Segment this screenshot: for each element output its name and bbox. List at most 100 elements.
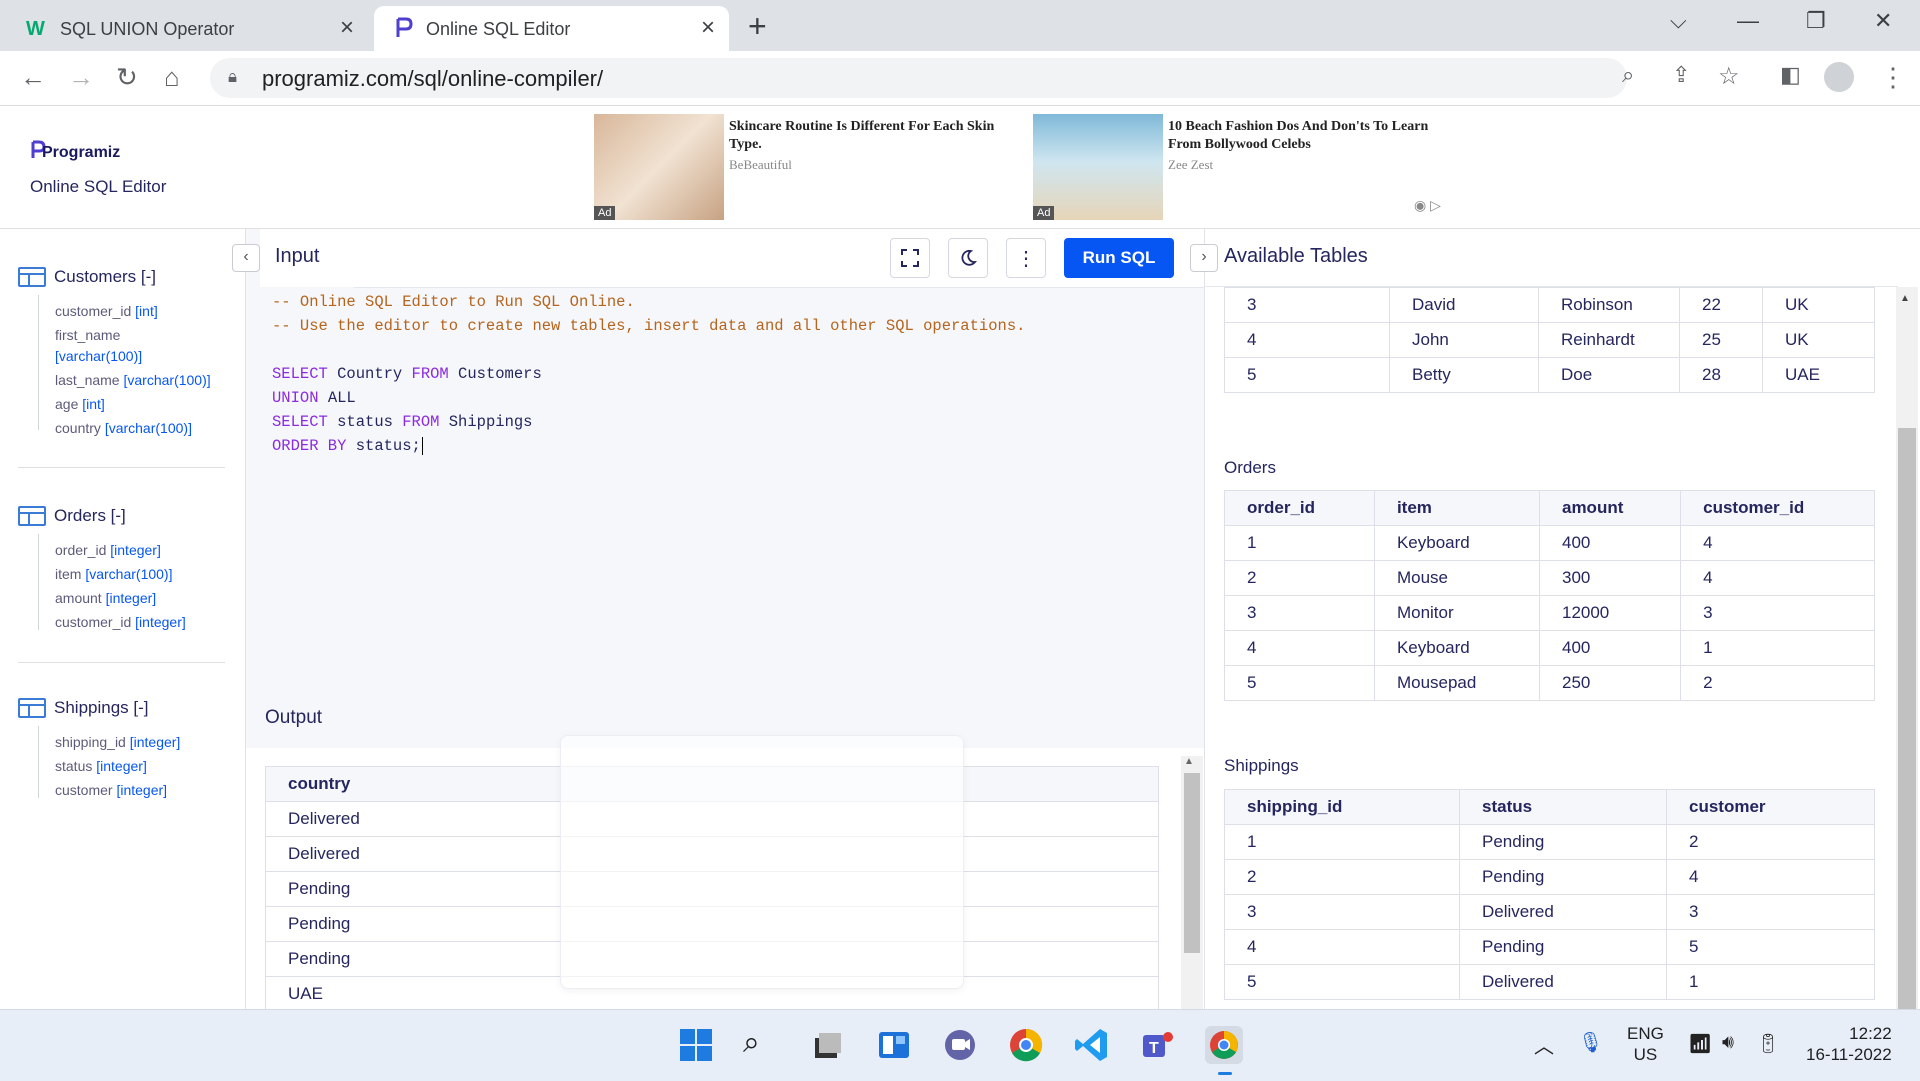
table-customers[interactable]: Customers [-] <box>18 267 156 287</box>
tab-online-sql-editor[interactable]: Online SQL Editor × <box>374 6 729 51</box>
table-row: 4 John Reinhardt 25 UK <box>1224 322 1875 358</box>
tab-title: Online SQL Editor <box>426 19 571 39</box>
url-text[interactable]: programiz.com/sql/online-compiler/ <box>262 66 603 92</box>
column-item: customer_id [integer] <box>55 614 186 630</box>
reload-icon[interactable]: ↻ <box>116 62 138 93</box>
available-tables-title: Available Tables <box>1224 245 1368 267</box>
dark-mode-button[interactable] <box>948 238 988 278</box>
table-name: Customers [-] <box>54 267 157 286</box>
shippings-table: shipping_id status customer 1 Pending 2 2P… <box>1224 789 1875 1000</box>
profile-avatar[interactable] <box>1824 62 1854 92</box>
teams-chat-icon[interactable] <box>941 1026 979 1064</box>
scroll-up-arrow[interactable]: ▲ <box>1184 756 1194 767</box>
column-item: amount [integer] <box>55 590 157 606</box>
volume-icon[interactable]: 🔊︎ <box>1722 1032 1734 1054</box>
fullscreen-button[interactable] <box>890 238 930 278</box>
menu-kebab-icon[interactable]: ⋮ <box>1880 62 1906 93</box>
new-tab-button[interactable]: + <box>748 8 767 45</box>
task-view-icon[interactable] <box>809 1026 847 1064</box>
bookmark-star-icon[interactable]: ☆ <box>1718 62 1740 91</box>
chrome-active-icon[interactable] <box>1205 1026 1243 1064</box>
output-scroll-thumb[interactable] <box>1184 773 1200 953</box>
column-header: item <box>1373 490 1540 526</box>
site-logo[interactable]: Programiz <box>42 144 120 162</box>
code-line: ORDER BY status; <box>272 437 423 455</box>
column-item: first_name [varchar(100)] <box>55 327 143 364</box>
ad-source: Zee Zest <box>1168 157 1214 172</box>
column-item: shipping_id [integer] <box>55 734 181 750</box>
ad-badge: Ad <box>1033 206 1055 220</box>
language-indicator[interactable]: ENG US <box>1627 1023 1664 1065</box>
ad-image-beach[interactable]: Ad <box>1033 114 1163 220</box>
lang-code: ENG <box>1627 1024 1664 1043</box>
programiz-icon <box>396 17 413 37</box>
table-row: 2 Mouse 300 4 <box>1224 560 1875 596</box>
table-row: 1 Pending 2 <box>1224 824 1875 860</box>
tree-line <box>38 534 39 630</box>
tree-line <box>38 295 39 430</box>
table-row: 2 Pending 4 <box>1224 859 1875 895</box>
column-header: amount <box>1538 490 1682 526</box>
scroll-up-arrow[interactable]: ▲ <box>1900 293 1910 304</box>
close-tab-icon[interactable]: × <box>340 14 354 42</box>
table-name: Orders [-] <box>54 506 126 525</box>
run-sql-button[interactable]: Run SQL <box>1064 238 1174 278</box>
collapse-sidebar-button[interactable]: ‹ <box>232 244 260 272</box>
close-window-button[interactable]: ✕ <box>1874 8 1892 34</box>
more-options-button[interactable]: ⋮ <box>1006 238 1046 278</box>
zoom-icon[interactable]: ⌕ <box>1622 62 1634 88</box>
back-icon[interactable]: ← <box>20 62 46 93</box>
forward-icon[interactable]: → <box>68 62 94 93</box>
ad-badge: Ad <box>594 206 616 220</box>
home-icon[interactable]: ⌂ <box>164 62 180 93</box>
tab-search-icon[interactable]: ⌵ <box>1670 8 1687 34</box>
table-icon <box>18 267 46 287</box>
lock-icon[interactable]: 🔒︎ <box>228 67 237 87</box>
table-orders[interactable]: Orders [-] <box>18 506 126 526</box>
ad-title[interactable]: 10 Beach Fashion Dos And Don'ts To Learn… <box>1168 118 1458 154</box>
ad-source: BeBeautiful <box>729 157 792 172</box>
chrome-icon[interactable] <box>1007 1026 1045 1064</box>
customers-table: 3 David Robinson 22 UK 4 John Reinhardt 25 UK 5B… <box>1224 287 1875 393</box>
minimize-button[interactable]: — <box>1737 8 1759 34</box>
table-row: 4 Keyboard 400 1 <box>1224 630 1875 666</box>
tab-title: SQL UNION Operator <box>60 19 235 39</box>
wifi-icon[interactable]: 📶︎ <box>1688 1032 1712 1056</box>
show-hidden-icons[interactable]: ︿ <box>1534 1030 1554 1059</box>
ad-title[interactable]: Skincare Routine Is Different For Each S… <box>729 118 1009 154</box>
orders-label: Orders <box>1224 458 1276 477</box>
adchoices-icon[interactable]: ◉ ▷ <box>1414 197 1441 214</box>
widgets-icon[interactable] <box>875 1026 913 1064</box>
windows-start-icon[interactable] <box>677 1026 715 1064</box>
restore-button[interactable]: ❐ <box>1806 8 1826 34</box>
table-shippings[interactable]: Shippings [-] <box>18 698 149 718</box>
table-row: 5 Delivered 1 <box>1224 964 1875 1000</box>
code-line: SELECT status FROM Shippings <box>272 413 533 431</box>
fullscreen-icon <box>901 249 919 267</box>
column-header: status <box>1459 789 1667 825</box>
code-line: SELECT Country FROM Customers <box>272 365 542 383</box>
close-tab-icon[interactable]: × <box>701 14 715 42</box>
collapse-tables-button[interactable]: › <box>1190 244 1218 272</box>
kebab-icon: ⋮ <box>1016 247 1036 270</box>
tree-line <box>38 726 39 798</box>
tables-scroll-thumb[interactable] <box>1898 428 1916 1009</box>
ad-image-skincare[interactable]: Ad <box>594 114 724 220</box>
table-row: 3 David Robinson 22 UK <box>1224 287 1875 323</box>
battery-icon[interactable]: 🔋︎ <box>1756 1032 1780 1056</box>
side-panel-icon[interactable]: ◧ <box>1780 62 1801 88</box>
search-icon[interactable]: ⌕ <box>743 1026 781 1064</box>
microphone-icon[interactable]: 🎙︎ <box>1578 1030 1603 1055</box>
column-item: country [varchar(100)] <box>55 420 192 436</box>
svg-text:T: T <box>1149 1040 1159 1057</box>
table-row: 1 Keyboard 400 4 <box>1224 525 1875 561</box>
column-item: customer_id [int] <box>55 303 158 319</box>
clock[interactable]: 12:22 16-11-2022 <box>1806 1023 1892 1065</box>
date-text: 16-11-2022 <box>1806 1045 1892 1064</box>
teams-icon[interactable]: T <box>1139 1026 1177 1064</box>
tab-sql-union[interactable]: W SQL UNION Operator × <box>8 6 368 51</box>
vscode-icon[interactable] <box>1073 1026 1111 1064</box>
region-code: US <box>1633 1045 1658 1064</box>
share-icon[interactable]: ⇪ <box>1672 62 1690 88</box>
column-item: customer [integer] <box>55 782 168 798</box>
